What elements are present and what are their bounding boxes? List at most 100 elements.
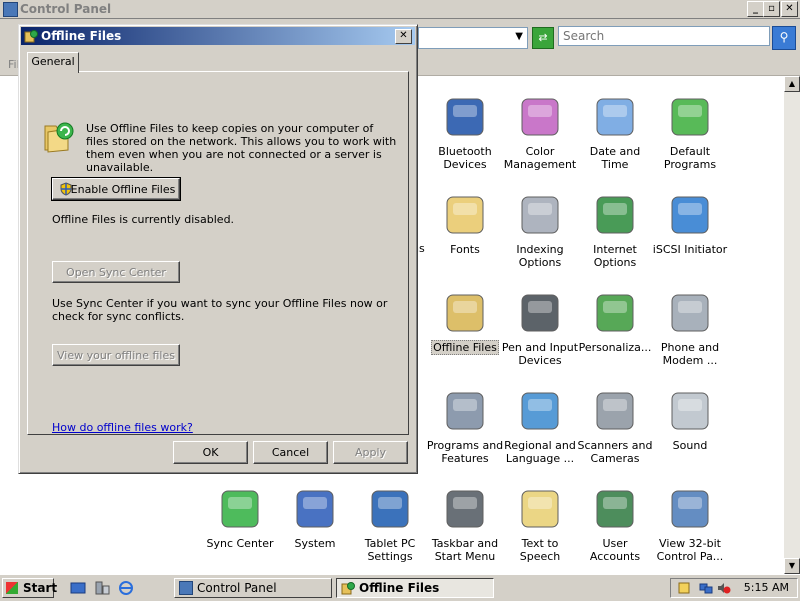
taskbar-control-panel[interactable]: Control Panel [174, 578, 332, 598]
item-label-text: Text to Speech [519, 537, 561, 563]
control-panel-item[interactable]: Default Programs [651, 93, 729, 171]
ok-button[interactable]: OK [173, 441, 248, 464]
scroll-up-icon[interactable]: ▲ [784, 76, 800, 92]
minimize-button[interactable]: _ [747, 1, 764, 17]
taskbar: Start Control Panel Offline Files 5:15 A… [0, 574, 800, 601]
control-panel-item[interactable]: Taskbar and Start Menu [426, 485, 504, 563]
phone-modem-icon [666, 289, 714, 337]
offline-files-icon [341, 582, 355, 595]
personalization-icon [591, 289, 639, 337]
control-panel-item[interactable]: Bluetooth Devices [426, 93, 504, 171]
sync-center-text: Use Sync Center if you want to sync your… [52, 297, 388, 323]
sound-icon [666, 387, 714, 435]
item-label-text: Scanners and Cameras [577, 439, 653, 465]
item-label-text: Regional and Language ... [504, 439, 576, 465]
control-panel-item[interactable]: Programs and Features [426, 387, 504, 465]
item-label-text: User Accounts [589, 537, 641, 563]
offline-files-icon [24, 30, 38, 43]
control-panel-item-label: Phone and Modem ... [651, 341, 729, 367]
control-panel-item-label: Taskbar and Start Menu [426, 537, 504, 563]
control-panel-titlebar[interactable]: Control Panel _ ▫ ✕ [0, 0, 800, 19]
control-panel-item-label: Offline Files [426, 340, 504, 355]
control-panel-item-label: Tablet PC Settings [351, 537, 429, 563]
taskbar-offline-files[interactable]: Offline Files [336, 578, 494, 598]
control-panel-item[interactable]: Phone and Modem ... [651, 289, 729, 367]
control-panel-item[interactable]: View 32-bit Control Pa... [651, 485, 729, 563]
cancel-button[interactable]: Cancel [253, 441, 328, 464]
item-label-text: Pen and Input Devices [501, 341, 579, 367]
help-link[interactable]: How do offline files work? [52, 421, 193, 434]
date-time-icon [591, 93, 639, 141]
item-label-text: Indexing Options [516, 243, 564, 269]
control-panel-item-label: Pen and Input Devices [501, 341, 579, 367]
iscsi-initiator-icon [666, 191, 714, 239]
close-button[interactable]: ✕ [781, 1, 798, 17]
control-panel-item-label: Sync Center [201, 537, 279, 550]
maximize-button[interactable]: ▫ [763, 1, 780, 17]
network-icon[interactable] [699, 581, 713, 595]
control-panel-item-label: View 32-bit Control Pa... [651, 537, 729, 563]
control-panel-item-label: System [276, 537, 354, 550]
enable-offline-files-button[interactable]: Enable Offline Files [51, 177, 181, 201]
control-panel-item-label: Color Management [501, 145, 579, 171]
control-panel-title: Control Panel [20, 2, 112, 16]
control-panel-item-label: Default Programs [651, 145, 729, 171]
control-panel-item[interactable]: Offline Files [426, 289, 504, 355]
programs-features-icon [441, 387, 489, 435]
control-panel-item[interactable]: Scanners and Cameras [576, 387, 654, 465]
scroll-down-icon[interactable]: ▼ [784, 558, 800, 574]
user-accounts-icon [591, 485, 639, 533]
item-label-text: Sound [672, 439, 708, 452]
item-label-text: Sync Center [206, 537, 274, 550]
internet-explorer-icon[interactable] [118, 581, 134, 595]
server-manager-icon[interactable] [94, 581, 110, 595]
refresh-button[interactable]: ⇄ [532, 27, 554, 49]
control-panel-item[interactable]: Regional and Language ... [501, 387, 579, 465]
view-offline-files-button[interactable]: View your offline files [52, 344, 180, 366]
control-panel-item[interactable]: System [276, 485, 354, 550]
offline-files-icon [441, 289, 489, 337]
control-panel-item[interactable]: Sound [651, 387, 729, 452]
pen-input-icon [516, 289, 564, 337]
tablet-pc-icon [366, 485, 414, 533]
open-sync-center-button[interactable]: Open Sync Center [52, 261, 180, 283]
control-panel-item[interactable]: User Accounts [576, 485, 654, 563]
vertical-scrollbar[interactable]: ▲ ▼ [784, 76, 800, 574]
control-panel-item-label: Internet Options [576, 243, 654, 269]
dialog-title: Offline Files [41, 29, 122, 43]
volume-muted-icon[interactable] [717, 581, 731, 595]
control-panel-item[interactable]: Date and Time [576, 93, 654, 171]
control-panel-item[interactable]: Text to Speech [501, 485, 579, 563]
color-management-icon [516, 93, 564, 141]
search-icon[interactable]: ⚲ [772, 26, 796, 50]
control-panel-item[interactable]: Color Management [501, 93, 579, 171]
control-panel-item-label: Scanners and Cameras [576, 439, 654, 465]
sync-center-icon [216, 485, 264, 533]
control-panel-item[interactable]: Sync Center [201, 485, 279, 550]
show-desktop-icon[interactable] [70, 581, 86, 595]
item-label-text: Color Management [503, 145, 577, 171]
status-text: Offline Files is currently disabled. [52, 213, 235, 226]
apply-button[interactable]: Apply [333, 441, 408, 464]
control-panel-item[interactable]: Pen and Input Devices [501, 289, 579, 367]
item-label-text: Default Programs [663, 145, 717, 171]
control-panel-item[interactable]: Tablet PC Settings [351, 485, 429, 563]
action-center-icon[interactable] [677, 581, 691, 595]
tab-general[interactable]: General [27, 52, 79, 73]
item-label-text: Bluetooth Devices [438, 145, 492, 171]
dialog-titlebar[interactable]: Offline Files ✕ [21, 27, 415, 45]
start-button[interactable]: Start [2, 578, 57, 598]
control-panel-item[interactable]: Indexing Options [501, 191, 579, 269]
control-panel-item[interactable]: Internet Options [576, 191, 654, 269]
close-icon[interactable]: ✕ [395, 29, 412, 44]
taskbar-clock[interactable]: 5:15 AM [744, 581, 789, 594]
control-panel-item[interactable]: iSCSI Initiator [651, 191, 729, 256]
search-input[interactable] [558, 26, 770, 46]
chevron-down-icon[interactable]: ▼ [515, 31, 523, 42]
item-label-text: iSCSI Initiator [652, 243, 728, 256]
control-panel-item[interactable]: Fonts [426, 191, 504, 256]
control-panel-item[interactable]: Personaliza... [576, 289, 654, 354]
item-label-text: Date and Time [589, 145, 641, 171]
shield-icon [60, 182, 72, 196]
address-bar[interactable]: ▼ [418, 27, 528, 49]
